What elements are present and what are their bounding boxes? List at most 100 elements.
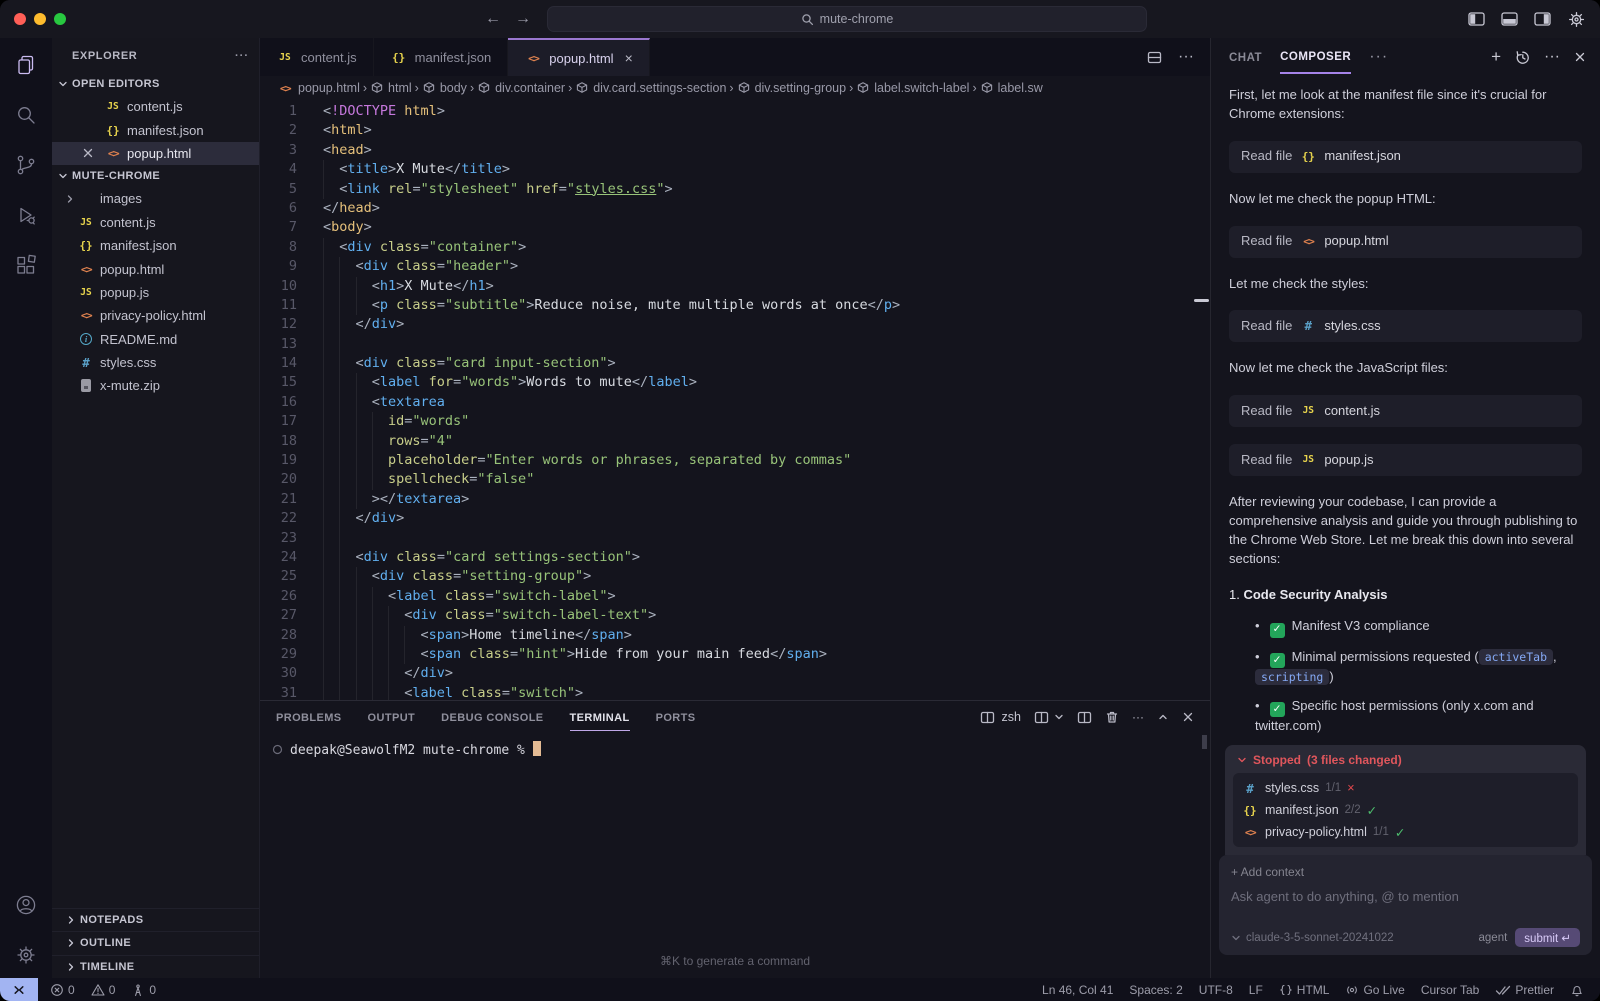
code-line[interactable]: 19placeholder="Enter words or phrases, s… <box>260 451 1210 470</box>
composer-input-box[interactable]: + Add context Ask agent to do anything, … <box>1219 855 1592 955</box>
status-warning[interactable]: 0 <box>83 983 124 997</box>
split-terminal-icon[interactable] <box>1077 711 1092 724</box>
terminal-dropdown-icon[interactable] <box>1054 712 1064 722</box>
status-error[interactable]: 0 <box>42 983 83 997</box>
changed-file-row[interactable]: {}manifest.json2/2✓ <box>1241 799 1570 821</box>
code-line[interactable]: 17id="words" <box>260 412 1210 431</box>
workspace-section-header[interactable]: MUTE-CHROME <box>52 165 259 187</box>
model-selector[interactable]: claude-3-5-sonnet-20241022 <box>1231 932 1394 944</box>
code-line[interactable]: 30</div> <box>260 664 1210 683</box>
panel-tab-terminal[interactable]: TERMINAL <box>570 704 630 731</box>
stopped-header[interactable]: Stopped (3 files changed) <box>1233 750 1578 773</box>
code-line[interactable]: 27<div class="switch-label-text"> <box>260 606 1210 625</box>
sidebar-section-notepads[interactable]: NOTEPADS <box>52 908 259 932</box>
activity-source-control-icon[interactable] <box>13 152 39 178</box>
add-context-button[interactable]: + Add context <box>1231 865 1580 879</box>
activity-extensions-icon[interactable] <box>13 252 39 278</box>
activity-settings-gear-icon[interactable] <box>13 942 39 968</box>
read-file-card[interactable]: Read fileJSpopup.js <box>1229 444 1582 476</box>
code-line[interactable]: 10<h1>X Mute</h1> <box>260 277 1210 296</box>
file-tree-item[interactable]: images <box>52 187 259 210</box>
code-line[interactable]: 13 <box>260 335 1210 354</box>
status-item[interactable]: HTML <box>1271 983 1338 997</box>
split-editor-icon[interactable] <box>1147 51 1162 64</box>
code-line[interactable]: 5<link rel="stylesheet" href="styles.css… <box>260 180 1210 199</box>
file-tree-item[interactable]: {}manifest.json <box>52 234 259 257</box>
code-line[interactable]: 1<!DOCTYPE html> <box>260 102 1210 121</box>
read-file-card[interactable]: Read fileJScontent.js <box>1229 395 1582 427</box>
status-item[interactable]: Ln 46, Col 41 <box>1034 983 1121 997</box>
breadcrumb-symbol[interactable]: div.container <box>477 81 565 95</box>
editor-tab-manifest.json[interactable]: {}manifest.json <box>374 38 509 76</box>
open-editor-item[interactable]: {}manifest.json <box>52 118 259 141</box>
composer-tabs-more-icon[interactable]: ··· <box>1369 48 1388 66</box>
editor-tab-popup.html[interactable]: <>popup.html× <box>508 38 650 76</box>
activity-explorer-icon[interactable] <box>13 52 39 78</box>
file-tree-item[interactable]: <>popup.html <box>52 257 259 280</box>
composer-tab-chat[interactable]: CHAT <box>1229 41 1262 73</box>
composer-tab-composer[interactable]: COMPOSER <box>1280 40 1351 74</box>
file-tree-item[interactable]: #styles.css <box>52 351 259 374</box>
panel-sash-handle[interactable] <box>1194 299 1209 302</box>
read-file-card[interactable]: Read file<>popup.html <box>1229 226 1582 258</box>
open-editors-section-header[interactable]: OPEN EDITORS <box>52 73 259 95</box>
status-item[interactable] <box>1562 983 1592 997</box>
sidebar-section-outline[interactable]: OUTLINE <box>52 931 259 955</box>
close-composer-icon[interactable] <box>1574 51 1586 63</box>
code-line[interactable]: 11<p class="subtitle">Reduce noise, mute… <box>260 296 1210 315</box>
sidebar-section-timeline[interactable]: TIMELINE <box>52 955 259 979</box>
breadcrumb-symbol[interactable]: html <box>370 81 412 95</box>
code-line[interactable]: 25<div class="setting-group"> <box>260 567 1210 586</box>
panel-tab-ports[interactable]: PORTS <box>656 704 696 730</box>
activity-search-icon[interactable] <box>13 102 39 128</box>
file-tree-item[interactable]: <>privacy-policy.html <box>52 304 259 327</box>
code-line[interactable]: 22</div> <box>260 509 1210 528</box>
terminal-shell-label[interactable]: zsh <box>1002 710 1021 724</box>
close-editor-icon[interactable] <box>82 147 104 159</box>
new-terminal-icon[interactable] <box>1034 711 1049 724</box>
reject-icon[interactable]: × <box>1347 781 1354 795</box>
status-tower[interactable]: 0 <box>123 983 164 997</box>
code-editor[interactable]: 1<!DOCTYPE html>2<html>3<head>4<title>X … <box>260 100 1210 700</box>
code-line[interactable]: 16<textarea <box>260 393 1210 412</box>
code-line[interactable]: 28<span>Home timeline</span> <box>260 626 1210 645</box>
maximize-panel-icon[interactable] <box>1157 711 1169 723</box>
status-item[interactable]: Prettier <box>1487 983 1562 997</box>
breadcrumb-symbol[interactable]: div.card.settings-section <box>575 81 726 95</box>
panel-tab-output[interactable]: OUTPUT <box>368 704 416 730</box>
new-composer-icon[interactable]: + <box>1491 47 1501 67</box>
editor-more-actions-icon[interactable]: ··· <box>1178 48 1194 66</box>
history-forward-button[interactable]: → <box>515 10 531 28</box>
close-tab-icon[interactable]: × <box>625 50 633 66</box>
zoom-window-button[interactable] <box>54 13 66 25</box>
code-line[interactable]: 18rows="4" <box>260 432 1210 451</box>
changed-file-row[interactable]: #styles.css1/1× <box>1241 777 1570 799</box>
activity-run-debug-icon[interactable] <box>13 202 39 228</box>
breadcrumb-symbol[interactable]: label.sw <box>980 81 1043 95</box>
composer-input-placeholder[interactable]: Ask agent to do anything, @ to mention <box>1231 889 1580 904</box>
toggle-secondary-sidebar-icon[interactable] <box>1534 12 1551 26</box>
code-line[interactable]: 2<html> <box>260 121 1210 140</box>
code-line[interactable]: 21></textarea> <box>260 490 1210 509</box>
panel-tab-debug-console[interactable]: DEBUG CONSOLE <box>441 704 543 730</box>
file-tree-item[interactable]: iREADME.md <box>52 328 259 351</box>
window-controls[interactable] <box>14 13 164 25</box>
composer-history-icon[interactable] <box>1515 50 1530 65</box>
read-file-card[interactable]: Read file#styles.css <box>1229 310 1582 342</box>
open-editor-item[interactable]: <>popup.html <box>52 142 259 165</box>
accept-icon[interactable]: ✓ <box>1395 825 1405 840</box>
breadcrumb-file[interactable]: <>popup.html <box>276 81 360 95</box>
terminal-prompt[interactable]: deepak@SeawolfM2 mute-chrome % <box>290 741 541 758</box>
kill-terminal-icon[interactable] <box>1105 710 1119 724</box>
status-item[interactable]: Cursor Tab <box>1413 983 1487 997</box>
command-search-input[interactable]: mute-chrome <box>547 6 1147 32</box>
code-line[interactable]: 14<div class="card input-section"> <box>260 354 1210 373</box>
code-line[interactable]: 20spellcheck="false" <box>260 470 1210 489</box>
settings-gear-icon[interactable] <box>1567 10 1586 29</box>
status-item[interactable]: Go Live <box>1337 983 1412 997</box>
breadcrumb-symbol[interactable]: label.switch-label <box>856 81 969 95</box>
activity-account-icon[interactable] <box>13 892 39 918</box>
breadcrumb-symbol[interactable]: div.setting-group <box>737 81 847 95</box>
minimize-window-button[interactable] <box>34 13 46 25</box>
terminal-scrollbar[interactable] <box>1202 735 1207 749</box>
